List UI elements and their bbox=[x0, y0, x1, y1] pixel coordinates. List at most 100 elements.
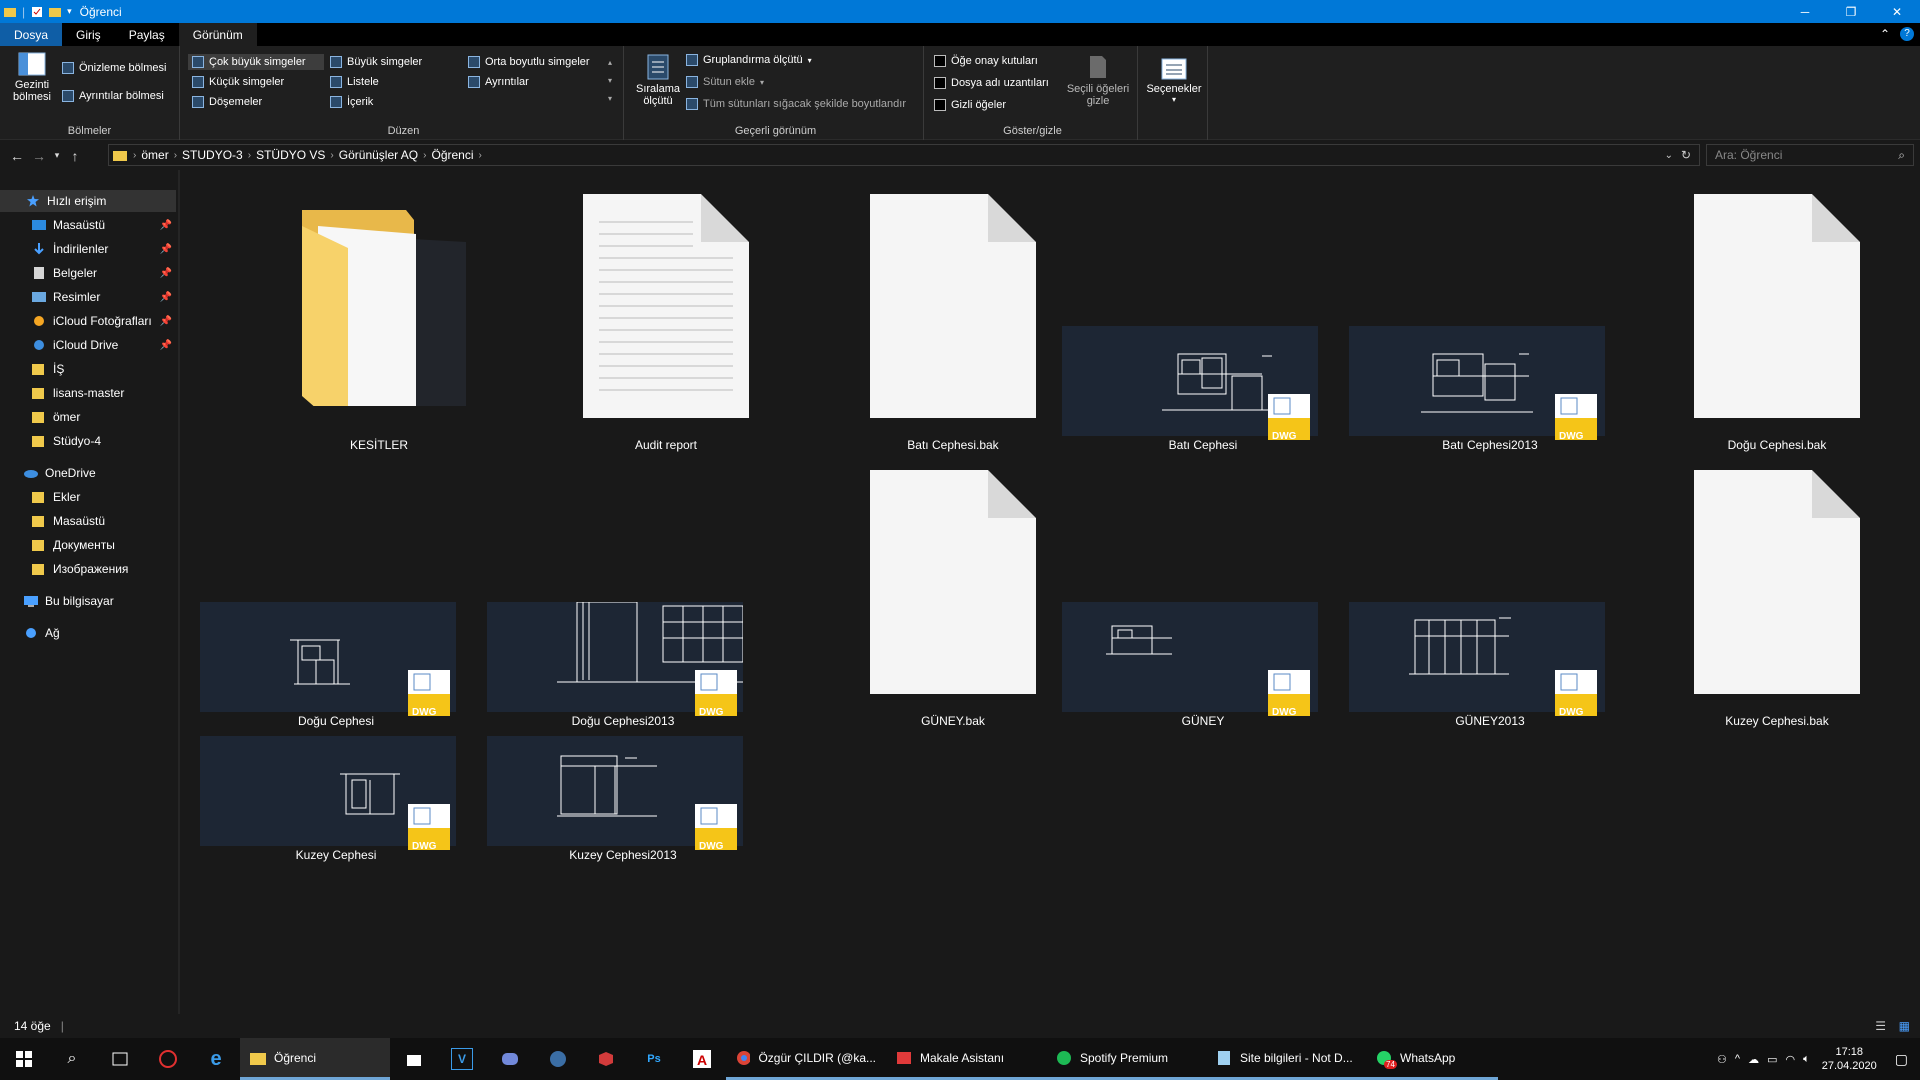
details-pane-button[interactable]: Ayrıntılar bölmesi bbox=[62, 90, 164, 102]
windows-start-icon[interactable] bbox=[0, 1038, 48, 1080]
app-icon-red[interactable] bbox=[144, 1038, 192, 1080]
address-bar[interactable]: › ömer › STUDYO-3 › STÜDYO VS › Görünüşler … bbox=[108, 144, 1700, 166]
clock[interactable]: 17:18 27.04.2020 bbox=[1822, 1045, 1877, 1073]
wifi-icon[interactable]: ◠ bbox=[1785, 1053, 1795, 1066]
collapse-ribbon-icon[interactable]: ⌃ bbox=[1880, 27, 1890, 41]
breadcrumb-separator[interactable]: › bbox=[423, 150, 426, 161]
autocad-icon[interactable]: A bbox=[678, 1038, 726, 1080]
steam-icon[interactable] bbox=[534, 1038, 582, 1080]
taskbar-app-notepad[interactable]: Site bilgileri - Not D... bbox=[1206, 1038, 1366, 1080]
layout-details[interactable]: Ayrıntılar bbox=[468, 76, 529, 88]
breadcrumb-item[interactable]: STUDYO-3 bbox=[182, 148, 243, 162]
pin-icon[interactable]: 📌 bbox=[160, 220, 172, 231]
nav-item-folder[interactable]: ömer bbox=[0, 406, 176, 428]
minimize-button[interactable]: ─ bbox=[1782, 0, 1828, 23]
file-item[interactable]: DWG Kuzey Cephesi2013 bbox=[487, 736, 773, 866]
tab-home[interactable]: Giriş bbox=[62, 23, 115, 46]
layout-list[interactable]: Listele bbox=[330, 76, 379, 88]
taskbar-app-spotify[interactable]: Spotify Premium bbox=[1046, 1038, 1206, 1080]
sort-by-button[interactable]: Sıralama ölçütü bbox=[632, 54, 684, 107]
back-icon[interactable]: ← bbox=[6, 148, 28, 164]
file-item[interactable]: DWG Doğu Cephesi2013 bbox=[487, 602, 773, 732]
pin-icon[interactable]: 📌 bbox=[160, 244, 172, 255]
new-folder-icon[interactable] bbox=[49, 6, 62, 18]
nav-item-desktop[interactable]: Masaüstü 📌 bbox=[0, 214, 176, 236]
nav-item-documents[interactable]: Belgeler 📌 bbox=[0, 262, 176, 284]
layout-medium-icons[interactable]: Orta boyutlu simgeler bbox=[468, 56, 590, 68]
tab-share[interactable]: Paylaş bbox=[115, 23, 179, 46]
layout-large-icons[interactable]: Büyük simgeler bbox=[330, 56, 422, 68]
tab-view[interactable]: Görünüm bbox=[178, 23, 257, 46]
breadcrumb-separator[interactable]: › bbox=[133, 150, 136, 161]
quick-access-dropdown[interactable]: ▾ bbox=[67, 6, 72, 17]
pin-icon[interactable]: 📌 bbox=[160, 316, 172, 327]
recent-locations-icon[interactable]: ▾ bbox=[50, 150, 64, 161]
volume-icon[interactable]: 🔈︎ bbox=[1803, 1053, 1810, 1066]
tray-app-icon[interactable]: ☁ bbox=[1748, 1053, 1759, 1066]
layout-tiles[interactable]: Döşemeler bbox=[192, 96, 262, 108]
hidden-items-toggle[interactable]: Gizli öğeler bbox=[934, 99, 1006, 111]
store-icon[interactable] bbox=[390, 1038, 438, 1080]
layout-xl-icons[interactable]: Çok büyük simgeler bbox=[188, 54, 324, 70]
taskbar-app-assistant[interactable]: Makale Asistanı bbox=[886, 1038, 1046, 1080]
nav-item-folder[interactable]: İŞ bbox=[0, 358, 176, 380]
battery-icon[interactable]: ▭ bbox=[1767, 1053, 1777, 1066]
file-item[interactable]: DWG Batı Cephesi bbox=[1060, 176, 1346, 456]
pin-icon[interactable]: 📌 bbox=[160, 268, 172, 279]
edge-icon[interactable]: e bbox=[192, 1038, 240, 1080]
breadcrumb-separator[interactable]: › bbox=[479, 150, 482, 161]
help-icon[interactable]: ? bbox=[1900, 27, 1914, 41]
pin-icon[interactable]: 📌 bbox=[160, 292, 172, 303]
nav-item-icloud-photos[interactable]: iCloud Fotoğrafları 📌 bbox=[0, 310, 176, 332]
fit-columns-button[interactable]: Tüm sütunları sığacak şekilde boyutlandı… bbox=[686, 98, 906, 110]
file-item[interactable]: GÜNEY.bak bbox=[810, 452, 1096, 732]
file-item[interactable]: DWG Kuzey Cephesi bbox=[200, 736, 486, 866]
nav-item-pictures[interactable]: Resimler 📌 bbox=[0, 286, 176, 308]
search-input[interactable]: Ara: Öğrenci ⌕ bbox=[1706, 144, 1914, 166]
add-columns-button[interactable]: Sütun ekle ▾ bbox=[686, 76, 764, 88]
nav-item-folder[interactable]: Документы bbox=[0, 534, 176, 556]
nav-item-folder[interactable]: Masaüstü bbox=[0, 510, 176, 532]
up-icon[interactable]: ↑ bbox=[64, 148, 86, 164]
breadcrumb-separator[interactable]: › bbox=[330, 150, 333, 161]
breadcrumb-item[interactable]: ömer bbox=[141, 148, 168, 162]
nav-item-icloud-drive[interactable]: iCloud Drive 📌 bbox=[0, 334, 176, 356]
tab-file[interactable]: Dosya bbox=[0, 23, 63, 46]
nav-onedrive[interactable]: OneDrive bbox=[0, 462, 176, 484]
options-button[interactable]: Seçenekler ▾ bbox=[1144, 58, 1204, 104]
checkbox[interactable] bbox=[934, 99, 946, 111]
maximize-button[interactable]: ❐ bbox=[1828, 0, 1874, 23]
refresh-icon[interactable]: ↻ bbox=[1681, 148, 1691, 162]
taskbar-app-chrome[interactable]: Özgür ÇILDIR (@ka... bbox=[726, 1038, 886, 1080]
file-item[interactable]: Kuzey Cephesi.bak bbox=[1634, 452, 1920, 732]
nav-quick-access[interactable]: Hızlı erişim bbox=[0, 190, 176, 212]
file-item[interactable]: Audit report bbox=[523, 176, 809, 456]
file-item[interactable]: Batı Cephesi.bak bbox=[810, 176, 1096, 456]
properties-icon[interactable] bbox=[31, 6, 43, 18]
file-item[interactable]: DWG GÜNEY bbox=[1060, 602, 1346, 732]
breadcrumb-item[interactable]: STÜDYO VS bbox=[256, 148, 325, 162]
file-item[interactable]: DWG Doğu Cephesi bbox=[200, 602, 486, 732]
pin-icon[interactable]: 📌 bbox=[160, 340, 172, 351]
breadcrumb-separator[interactable]: › bbox=[248, 150, 251, 161]
taskbar-app-explorer[interactable]: Öğrenci bbox=[240, 1038, 390, 1080]
large-icons-view-icon[interactable]: ▦ bbox=[1899, 1019, 1910, 1033]
nav-item-folder[interactable]: Ekler bbox=[0, 486, 176, 508]
tray-chevron-icon[interactable]: ^ bbox=[1735, 1053, 1740, 1065]
forward-icon[interactable]: → bbox=[28, 148, 50, 164]
app-icon-v[interactable]: V bbox=[451, 1048, 473, 1070]
breadcrumb-separator[interactable]: › bbox=[174, 150, 177, 161]
layout-small-icons[interactable]: Küçük simgeler bbox=[192, 76, 284, 88]
file-item[interactable]: KESİTLER bbox=[236, 176, 522, 456]
layout-scroll-arrows[interactable]: ▴ ▾ ▾ bbox=[608, 54, 612, 108]
file-item[interactable]: DWG GÜNEY2013 bbox=[1347, 602, 1633, 732]
nav-this-pc[interactable]: Bu bilgisayar bbox=[0, 590, 176, 612]
app-icon-ruby[interactable] bbox=[582, 1038, 630, 1080]
checkbox[interactable] bbox=[934, 77, 946, 89]
group-by-button[interactable]: Gruplandırma ölçütü ▾ bbox=[686, 54, 812, 66]
search-icon[interactable]: ⌕ bbox=[48, 1038, 96, 1080]
action-center-icon[interactable]: ▢ bbox=[1895, 1051, 1908, 1068]
breadcrumb-item[interactable]: Öğrenci bbox=[431, 148, 473, 162]
details-view-icon[interactable]: ☰ bbox=[1875, 1019, 1886, 1033]
nav-item-folder[interactable]: Stüdyo-4 bbox=[0, 430, 176, 452]
